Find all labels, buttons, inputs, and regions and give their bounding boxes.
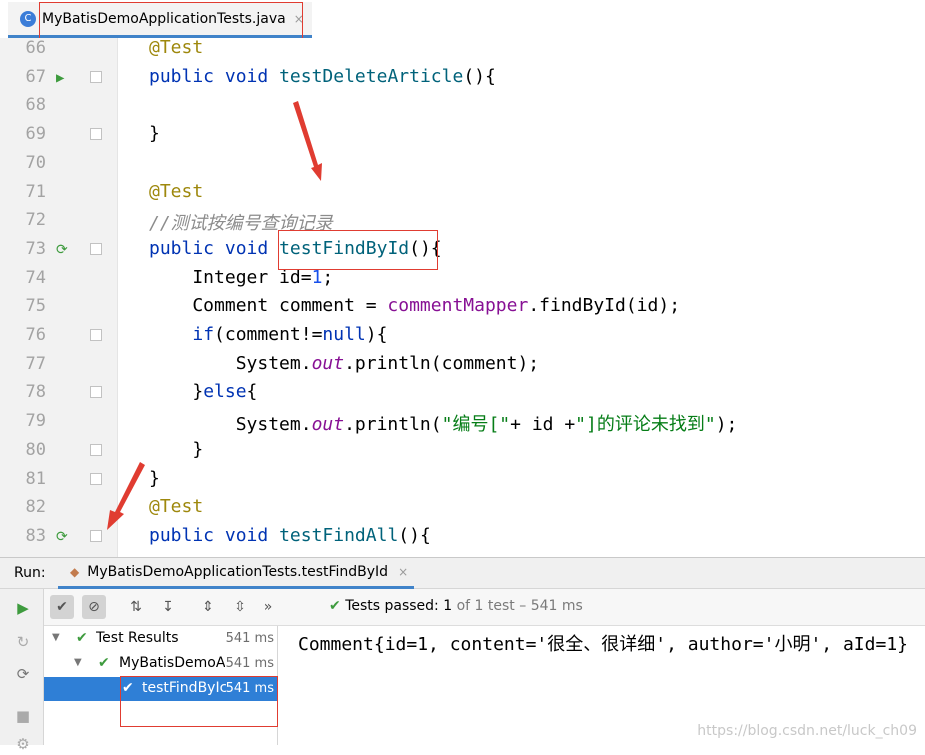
annotation-arrow-down-left — [107, 462, 145, 530]
annotation-arrows — [107, 101, 322, 530]
annotation-arrow-down — [293, 101, 322, 181]
